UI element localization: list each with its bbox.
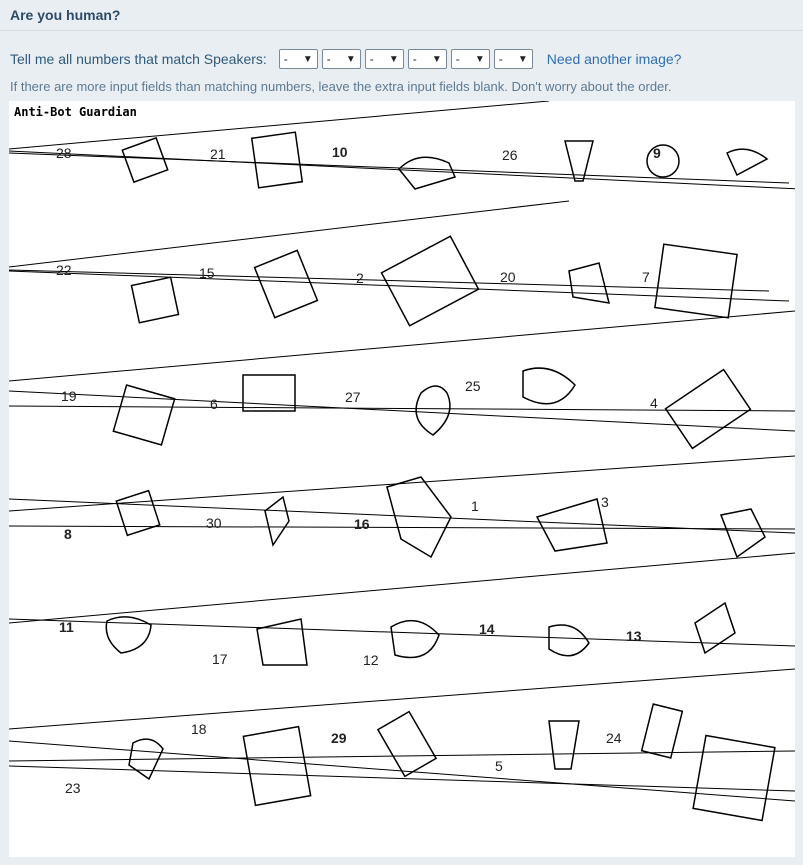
chevron-down-icon: ▼	[345, 53, 356, 65]
captcha-number: 22	[56, 262, 72, 278]
captcha-number: 12	[363, 652, 379, 668]
answer-select-5[interactable]: - ▼	[450, 49, 490, 69]
chevron-down-icon: ▼	[302, 53, 313, 65]
answer-select-4[interactable]: - ▼	[407, 49, 447, 69]
captcha-objects	[105, 131, 776, 822]
captcha-number: 13	[626, 628, 642, 644]
refresh-image-link[interactable]: Need another image?	[547, 51, 682, 67]
captcha-number: 4	[650, 395, 658, 411]
captcha-number: 7	[642, 269, 650, 285]
captcha-number: 1	[471, 498, 479, 514]
captcha-canvas: 28 21 10 26 9 22 15 2 20 7 19 6 27 25 4 …	[9, 101, 795, 822]
captcha-number: 3	[601, 494, 609, 510]
captcha-number: 28	[56, 145, 72, 161]
answer-select-2[interactable]: - ▼	[321, 49, 361, 69]
captcha-number: 23	[65, 780, 81, 796]
answer-select-1[interactable]: - ▼	[278, 49, 318, 69]
answer-select-3[interactable]: - ▼	[364, 49, 404, 69]
captcha-number: 8	[64, 526, 72, 542]
captcha-image: Anti-Bot Guardian 28 21 10 26 9 22 15 2 …	[9, 101, 795, 857]
captcha-number: 29	[331, 730, 347, 746]
noise-lines	[9, 101, 795, 802]
captcha-number: 30	[206, 515, 222, 531]
captcha-number: 19	[61, 388, 77, 404]
captcha-number: 2	[356, 270, 364, 286]
page-title: Are you human?	[10, 7, 121, 23]
captcha-number: 20	[500, 269, 516, 285]
chevron-down-icon: ▼	[517, 53, 528, 65]
captcha-controls: Tell me all numbers that match Speakers:…	[0, 31, 803, 94]
captcha-number: 5	[495, 758, 503, 774]
hint-text: If there are more input fields than matc…	[10, 79, 672, 94]
chevron-down-icon: ▼	[388, 53, 399, 65]
captcha-number: 16	[354, 516, 370, 532]
header-bar: Are you human?	[0, 0, 803, 31]
captcha-number-labels: 28 21 10 26 9 22 15 2 20 7 19 6 27 25 4 …	[56, 144, 661, 796]
captcha-number: 21	[210, 146, 226, 162]
captcha-number: 6	[210, 396, 218, 412]
captcha-number: 10	[332, 144, 348, 160]
captcha-number: 27	[345, 389, 361, 405]
captcha-number: 11	[59, 619, 74, 635]
captcha-number: 15	[199, 265, 215, 281]
instruction-text: Tell me all numbers that match Speakers:	[10, 51, 267, 67]
captcha-number: 26	[502, 147, 518, 163]
captcha-number: 18	[191, 721, 207, 737]
answer-select-6[interactable]: - ▼	[493, 49, 533, 69]
captcha-number: 17	[212, 651, 228, 667]
captcha-number: 24	[606, 730, 622, 746]
chevron-down-icon: ▼	[431, 53, 442, 65]
captcha-number: 14	[479, 621, 495, 637]
captcha-title: Anti-Bot Guardian	[14, 105, 137, 119]
captcha-number: 9	[653, 145, 661, 161]
chevron-down-icon: ▼	[474, 53, 485, 65]
captcha-number: 25	[465, 378, 481, 394]
